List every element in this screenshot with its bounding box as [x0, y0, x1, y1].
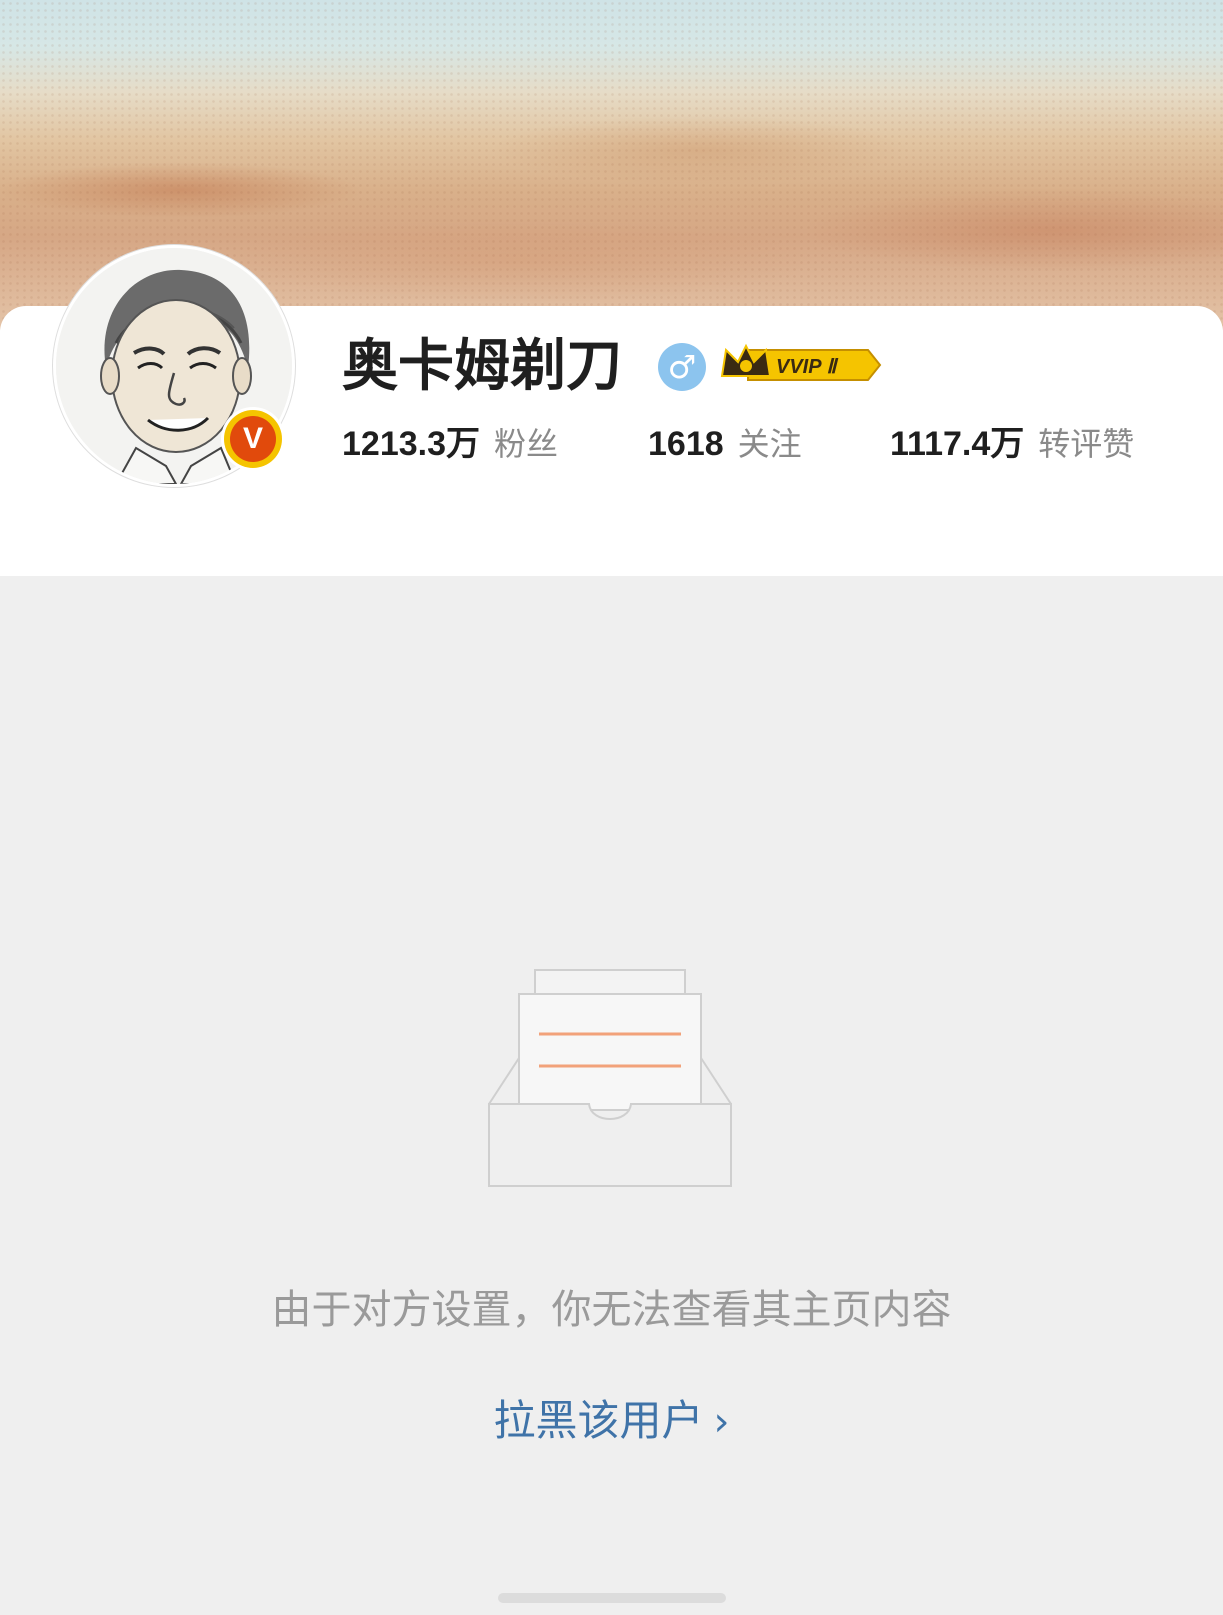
- block-user-label: 拉黑该用户: [493, 1396, 704, 1445]
- stat-value: 1117.4万: [890, 425, 1025, 463]
- profile-stats: 1213.3万 粉丝 1618 关注 1117.4万 转评赞: [342, 420, 1202, 468]
- home-indicator[interactable]: [498, 1593, 726, 1603]
- verified-badge-letter: V: [230, 416, 276, 462]
- stat-following[interactable]: 1618 关注: [648, 420, 802, 468]
- empty-state-message: 由于对方设置，你无法查看其主页内容: [271, 1287, 952, 1333]
- stat-engagements[interactable]: 1117.4万 转评赞: [890, 420, 1134, 468]
- stat-value: 1618: [648, 425, 724, 463]
- vvip-badge-text: VVIP Ⅱ: [776, 356, 839, 378]
- stat-value: 1213.3万: [342, 425, 480, 463]
- block-user-link[interactable]: 拉黑该用户 ›: [0, 1393, 1223, 1450]
- male-icon: ♂: [658, 343, 706, 391]
- empty-inbox-icon: [485, 964, 745, 1190]
- stat-label: 关注: [737, 425, 802, 463]
- stat-label: 转评赞: [1038, 425, 1135, 463]
- verified-badge-icon: V: [224, 410, 282, 468]
- profile-name: 奥卡姆剃刀: [342, 334, 622, 399]
- chevron-right-icon: ›: [713, 1399, 730, 1445]
- stat-followers[interactable]: 1213.3万 粉丝: [342, 420, 558, 468]
- stat-label: 粉丝: [494, 425, 559, 463]
- vvip-badge-icon[interactable]: VVIP Ⅱ: [718, 342, 882, 388]
